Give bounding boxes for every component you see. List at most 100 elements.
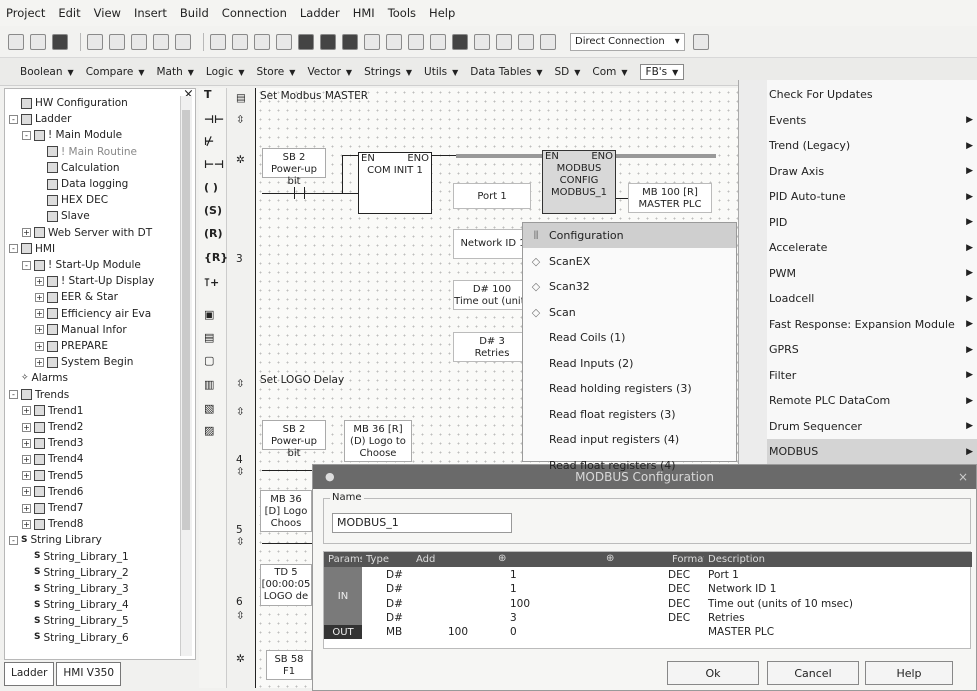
- tree-item[interactable]: - Trends: [9, 387, 69, 403]
- tree-item[interactable]: Slave: [35, 208, 90, 224]
- menu-connection[interactable]: Connection: [222, 6, 287, 20]
- tree-item[interactable]: S String_Library_4: [22, 597, 129, 613]
- tree-item[interactable]: - ! Main Module: [22, 127, 122, 143]
- connection-settings-icon[interactable]: [692, 33, 709, 50]
- funcbar-strings[interactable]: Strings ▼: [364, 66, 412, 78]
- tree-item[interactable]: + System Begin: [35, 354, 133, 370]
- funcbar-sd[interactable]: SD ▼: [554, 66, 580, 78]
- menu-insert[interactable]: Insert: [134, 6, 167, 20]
- fb-menu-item[interactable]: ⚡Events▶: [739, 108, 977, 133]
- collapse-icon[interactable]: -: [9, 390, 18, 400]
- grid-cell-type[interactable]: D#: [386, 583, 403, 596]
- tree-item[interactable]: S String_Library_1: [22, 549, 129, 565]
- ok-button[interactable]: Ok: [667, 661, 759, 685]
- cancel-button[interactable]: Cancel: [767, 661, 859, 685]
- fb-menu-item[interactable]: ▮PWM▶: [739, 261, 977, 286]
- screen-icon[interactable]: [276, 33, 292, 50]
- tree-item[interactable]: + PREPARE: [35, 338, 108, 354]
- build-icon[interactable]: [364, 33, 380, 50]
- tree-item[interactable]: HEX DEC: [35, 192, 108, 208]
- funcbar-fb-s[interactable]: FB's ▼: [639, 63, 685, 80]
- grid-cell-format[interactable]: DEC: [668, 583, 690, 596]
- grid-cell-desc[interactable]: MASTER PLC: [708, 626, 774, 639]
- submenu-item[interactable]: ⫴ Configuration: [523, 223, 736, 248]
- collapse-icon[interactable]: -: [22, 130, 31, 140]
- download-icon[interactable]: [408, 33, 424, 50]
- expand-icon[interactable]: +: [35, 292, 44, 302]
- expand-icon[interactable]: +: [22, 406, 31, 416]
- tree-item[interactable]: + Trend6: [22, 484, 83, 500]
- tree-item[interactable]: + Trend8: [22, 516, 83, 532]
- menu-tools[interactable]: Tools: [388, 6, 416, 20]
- submenu-item[interactable]: ◇ ScanEX: [523, 249, 736, 274]
- grid-cell-format[interactable]: DEC: [668, 598, 690, 611]
- expand-icon[interactable]: +: [22, 503, 31, 513]
- collapse-icon[interactable]: -: [9, 244, 18, 254]
- expand-icon[interactable]: ⇳: [236, 114, 245, 126]
- copy-icon[interactable]: [109, 33, 125, 50]
- label-icon[interactable]: ▥: [204, 378, 214, 391]
- power-up-contact[interactable]: SB 2 Power-up bit: [262, 420, 326, 459]
- delete-icon[interactable]: [153, 33, 169, 50]
- logo-delay-timer[interactable]: TD 5 [00:00:05 LOGO de: [260, 564, 312, 606]
- submenu-item[interactable]: Read Coils (1): [523, 325, 736, 350]
- expand-icon[interactable]: +: [22, 438, 31, 448]
- grid-cell-desc[interactable]: Retries: [708, 612, 745, 625]
- collapse-icon[interactable]: -: [9, 114, 18, 124]
- fb-menu-item[interactable]: ▥PID▶: [739, 210, 977, 235]
- tree-item[interactable]: - HMI: [9, 241, 55, 257]
- expand-icon[interactable]: +: [22, 454, 31, 464]
- expand-icon[interactable]: +: [22, 519, 31, 529]
- grid-cell-val[interactable]: 1: [510, 583, 517, 596]
- expand-icon[interactable]: ⇳: [236, 378, 245, 390]
- fb-menu-item[interactable]: ▤Drum Sequencer▶: [739, 414, 977, 439]
- grid-cell-type[interactable]: D#: [386, 569, 403, 582]
- submenu-item[interactable]: ◇ Scan32: [523, 274, 736, 299]
- menu-hmi[interactable]: HMI: [353, 6, 375, 20]
- fb-menu-item[interactable]: ◪Filter▶: [739, 363, 977, 388]
- grid-cell-add[interactable]: 100: [448, 626, 468, 639]
- net-icon[interactable]: ▣: [204, 308, 214, 321]
- expand-icon[interactable]: +: [35, 341, 44, 351]
- new-file-icon[interactable]: [8, 33, 24, 50]
- comment-icon[interactable]: ▢: [204, 354, 214, 367]
- expand-icon[interactable]: +: [22, 487, 31, 497]
- tree-item[interactable]: + Trend2: [22, 419, 83, 435]
- cut-icon[interactable]: [87, 33, 103, 50]
- hmi-icon[interactable]: [320, 33, 336, 50]
- tree-item[interactable]: - ! Start-Up Module: [22, 257, 141, 273]
- tree-item[interactable]: - S String Library: [9, 532, 102, 548]
- connection-select[interactable]: Direct Connection ▾: [570, 32, 685, 51]
- collapse-icon[interactable]: -: [9, 535, 18, 545]
- grid-cell-val[interactable]: 0: [510, 626, 517, 639]
- tree-item[interactable]: + Trend1: [22, 403, 83, 419]
- fb-menu-item[interactable]: ▦Remote PLC DataCom▶: [739, 388, 977, 413]
- submenu-item[interactable]: Read holding registers (3): [523, 376, 736, 401]
- jump-icon[interactable]: ▧: [204, 402, 214, 415]
- bug-icon[interactable]: ✲: [236, 653, 245, 665]
- fb-menu-item[interactable]: ▣GPRS▶: [739, 337, 977, 362]
- submenu-item[interactable]: Read Inputs (2): [523, 351, 736, 376]
- expand-icon[interactable]: ⇳: [236, 406, 245, 418]
- tree-item[interactable]: + Trend4: [22, 451, 83, 467]
- expand-icon[interactable]: +: [22, 228, 31, 238]
- bug-icon[interactable]: ✲: [236, 154, 245, 166]
- timeout-operand[interactable]: D# 100 Time out (units: [453, 280, 531, 310]
- menu-build[interactable]: Build: [180, 6, 209, 20]
- menu-ladder[interactable]: Ladder: [300, 6, 340, 20]
- logo-choose-operand[interactable]: MB 36 [R] (D) Logo to Choose: [344, 420, 412, 462]
- display-icon[interactable]: [342, 33, 358, 50]
- grid-cell-format[interactable]: DEC: [668, 569, 690, 582]
- menu-project[interactable]: Project: [6, 6, 45, 20]
- tree-item[interactable]: + Efficiency air Eva: [35, 306, 151, 322]
- tree-item[interactable]: Data logging: [35, 176, 128, 192]
- funcbar-utils[interactable]: Utils ▼: [424, 66, 458, 78]
- grid-cell-val[interactable]: 100: [510, 598, 530, 611]
- menu-edit[interactable]: Edit: [58, 6, 80, 20]
- funcbar-math[interactable]: Math ▼: [156, 66, 193, 78]
- expand-icon[interactable]: +: [35, 357, 44, 367]
- fb-menu-item[interactable]: ⊤Loadcell▶: [739, 286, 977, 311]
- menu-view[interactable]: View: [94, 6, 121, 20]
- panel-icon[interactable]: [518, 33, 534, 50]
- paste-icon[interactable]: [131, 33, 147, 50]
